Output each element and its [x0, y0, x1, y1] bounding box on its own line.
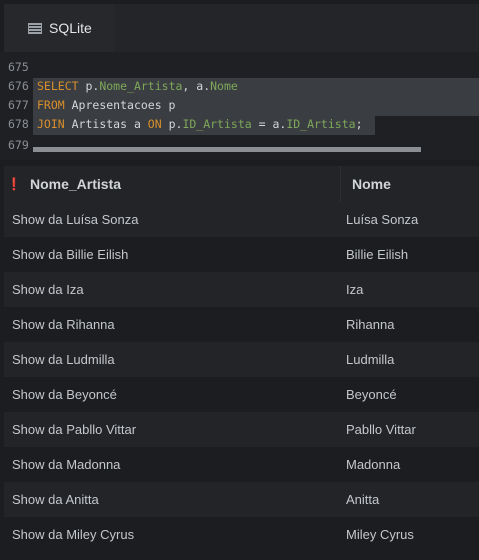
table-row[interactable]: Show da Ludmilla Ludmilla	[4, 342, 479, 377]
code-text: JOIN Artistas a ON p.ID_Artista = a.ID_A…	[37, 115, 363, 134]
cell-nome-artista[interactable]: Show da Ludmilla	[12, 342, 115, 377]
cell-nome[interactable]: Beyoncé	[346, 377, 397, 412]
code-line[interactable]: 679	[0, 136, 34, 155]
sql-keyword: SELECT	[37, 79, 79, 93]
table-row[interactable]: Show da Pabllo Vittar Pabllo Vittar	[4, 412, 479, 447]
code-text: FROM Apresentacoes p	[37, 96, 175, 115]
table-row[interactable]: Show da Billie Eilish Billie Eilish	[4, 237, 479, 272]
cell-nome-artista[interactable]: Show da Anitta	[12, 482, 99, 517]
cell-nome[interactable]: Ludmilla	[346, 342, 394, 377]
code-line[interactable]: 676 SELECT p.Nome_Artista, a.Nome	[0, 77, 238, 96]
cell-nome[interactable]: Rihanna	[346, 307, 394, 342]
line-number: 679	[8, 138, 29, 152]
cell-nome-artista[interactable]: Show da Miley Cyrus	[12, 517, 134, 552]
sql-keyword: ON	[147, 117, 162, 131]
cell-nome[interactable]: Iza	[346, 272, 363, 307]
cell-nome[interactable]: Madonna	[346, 447, 400, 482]
primary-key-icon: ❗	[6, 177, 22, 191]
table-row[interactable]: Show da Anitta Anitta	[4, 482, 479, 517]
code-line[interactable]: 677 FROM Apresentacoes p	[0, 96, 175, 115]
line-number: 676	[8, 79, 29, 93]
tab-bar: SQLite	[0, 0, 479, 52]
code-line[interactable]: 675	[0, 58, 34, 77]
code-text: SELECT p.Nome_Artista, a.Nome	[37, 77, 238, 96]
cell-nome[interactable]: Pabllo Vittar	[346, 412, 416, 447]
sql-text: ;	[355, 117, 363, 131]
cell-nome-artista[interactable]: Show da Billie Eilish	[12, 237, 128, 272]
sql-text: p.	[161, 117, 183, 131]
sql-field: Nome_Artista	[99, 79, 183, 93]
line-number: 677	[8, 98, 29, 112]
sql-editor[interactable]: 675 676 SELECT p.Nome_Artista, a.Nome 677 FR…	[0, 52, 479, 160]
sql-text: p.	[78, 79, 100, 93]
sql-text: Artistas a	[64, 117, 148, 131]
results-header: ❗ Nome_Artista Nome	[4, 166, 479, 202]
cell-nome-artista[interactable]: Show da Madonna	[12, 447, 120, 482]
cell-nome-artista[interactable]: Show da Pabllo Vittar	[12, 412, 136, 447]
sql-field: Nome	[210, 79, 238, 93]
table-row[interactable]: Show da Beyoncé Beyoncé	[4, 377, 479, 412]
cell-nome-artista[interactable]: Show da Beyoncé	[12, 377, 117, 412]
sql-text: = a.	[251, 117, 287, 131]
table-row[interactable]: Show da Rihanna Rihanna	[4, 307, 479, 342]
sql-text: Apresentacoes p	[64, 98, 176, 112]
code-line[interactable]: 678 JOIN Artistas a ON p.ID_Artista = a.I…	[0, 115, 363, 134]
table-row[interactable]: Show da Iza Iza	[4, 272, 479, 307]
table-row[interactable]: Show da Madonna Madonna	[4, 447, 479, 482]
cell-nome[interactable]: Anitta	[346, 482, 379, 517]
table-row[interactable]: Show da Luísa Sonza Luísa Sonza	[4, 202, 479, 237]
results-grid: ❗ Nome_Artista Nome Show da Luísa Sonza L…	[4, 166, 479, 560]
tab-label: SQLite	[49, 20, 92, 36]
sql-keyword: JOIN	[37, 117, 65, 131]
cell-nome-artista[interactable]: Show da Iza	[12, 272, 84, 307]
line-number: 678	[8, 117, 29, 131]
sql-field: ID_Artista	[182, 117, 252, 131]
cell-nome-artista[interactable]: Show da Rihanna	[12, 307, 115, 342]
column-header-nome[interactable]: Nome	[340, 166, 479, 202]
cell-nome[interactable]: Luísa Sonza	[346, 202, 418, 237]
column-header-label: Nome	[352, 176, 391, 192]
cell-nome[interactable]: Billie Eilish	[346, 237, 408, 272]
editor-horizontal-scrollbar[interactable]	[33, 147, 421, 152]
tab-bar-empty	[114, 4, 479, 52]
sql-keyword: FROM	[37, 98, 65, 112]
cell-nome[interactable]: Miley Cyrus	[346, 517, 414, 552]
sql-text: , a.	[182, 79, 211, 93]
table-row[interactable]: Show da Miley Cyrus Miley Cyrus	[4, 517, 479, 552]
sql-field: ID_Artista	[286, 117, 356, 131]
column-header-nome-artista[interactable]: ❗ Nome_Artista	[4, 166, 338, 202]
database-icon	[28, 22, 42, 34]
cell-nome-artista[interactable]: Show da Luísa Sonza	[12, 202, 138, 237]
line-number: 675	[8, 60, 29, 74]
tab-sqlite[interactable]: SQLite	[4, 4, 114, 52]
column-header-label: Nome_Artista	[30, 176, 122, 192]
